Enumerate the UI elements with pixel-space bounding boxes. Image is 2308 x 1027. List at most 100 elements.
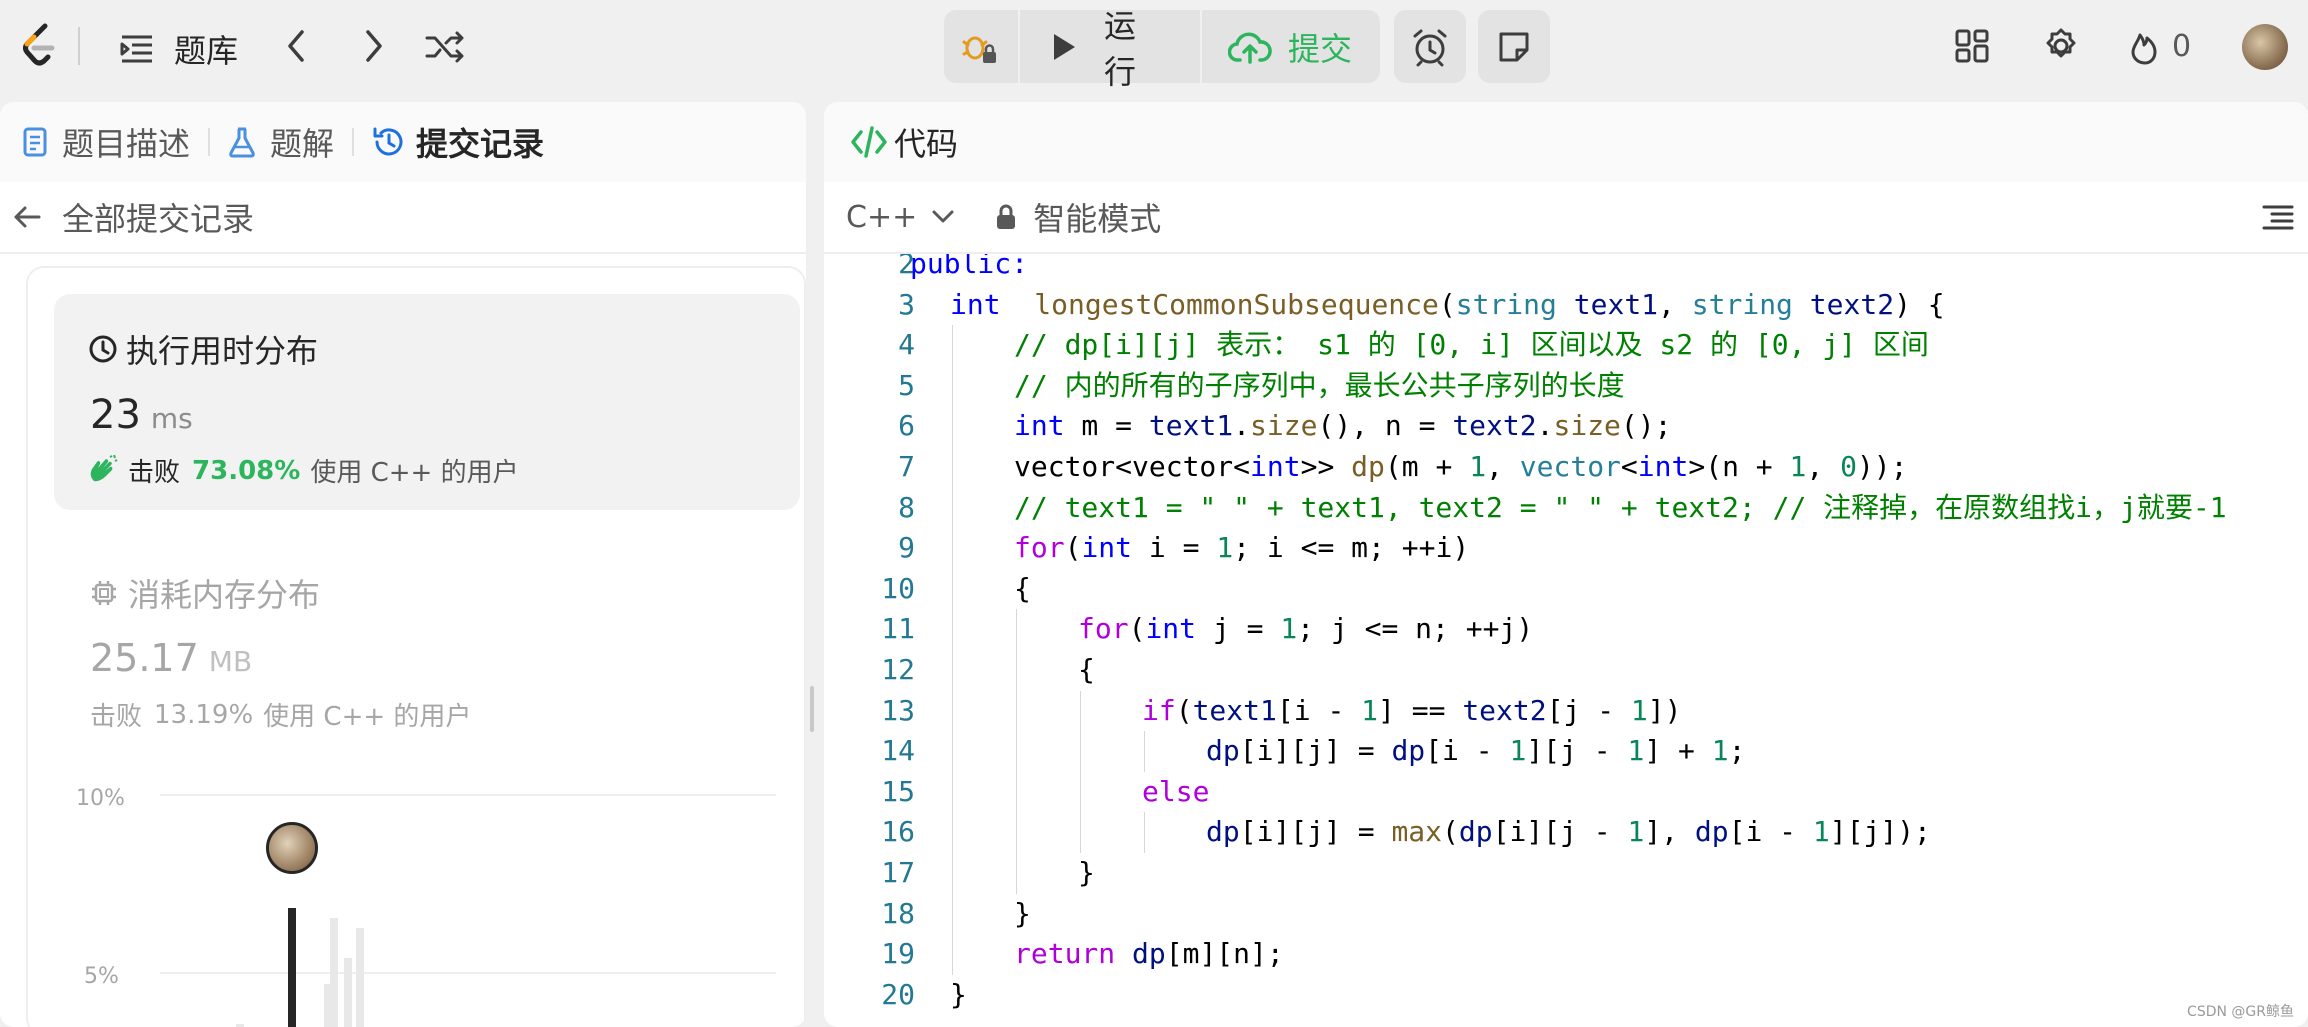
lock-icon — [995, 204, 1017, 230]
avatar-marker — [266, 822, 318, 874]
code-text: } — [1078, 853, 1095, 894]
run-button[interactable]: 运行 — [1020, 7, 1142, 91]
runtime-beats-suffix: 使用 C++ 的用户 — [310, 458, 519, 488]
code-token: ( — [1175, 693, 1193, 727]
panel-resize-handle[interactable] — [810, 686, 814, 732]
back-to-all-submissions-button[interactable]: 全部提交记录 — [12, 194, 254, 240]
runtime-card[interactable]: 执行用时分布 23 ms 击败 73.08% 使用 C++ 的用户 — [54, 294, 800, 510]
line-number: 18 — [881, 896, 915, 930]
line-number: 6 — [898, 409, 915, 443]
tab-description[interactable]: 题目描述 — [22, 119, 190, 165]
code-token: , — [1486, 450, 1520, 483]
runtime-value: 23 — [90, 392, 141, 438]
runtime-beats-percent: 73.08% — [192, 455, 301, 486]
memory-card[interactable]: 消耗内存分布 25.17 MB 击败 13.19% 使用 C++ 的用户 — [54, 538, 800, 738]
code-text: return dp[m][n]; — [1014, 934, 1284, 975]
chevron-right-icon — [356, 26, 390, 66]
tab-solutions[interactable]: 题解 — [228, 119, 334, 165]
code-token: int — [1145, 612, 1197, 646]
timer-button[interactable] — [1394, 10, 1466, 83]
code-token: [i - — [1276, 693, 1362, 727]
settings-button[interactable] — [2042, 27, 2080, 65]
code-token: return — [1014, 937, 1116, 971]
tab-code[interactable]: 代码 — [850, 119, 958, 165]
code-token: vector — [1519, 450, 1621, 483]
code-token: 1 — [1280, 612, 1298, 646]
layout-grid-icon — [1954, 28, 1990, 64]
code-text: public: — [910, 254, 1028, 285]
notes-button[interactable] — [1478, 10, 1550, 83]
line-number: 5 — [898, 368, 915, 402]
code-token: [i][j] = — [1239, 815, 1392, 849]
line-number: 9 — [898, 531, 915, 565]
bug-lock-icon — [961, 28, 999, 66]
smart-mode-toggle[interactable]: 智能模式 — [995, 194, 1161, 240]
code-token: dp — [1206, 734, 1240, 768]
tab-solutions-label: 题解 — [270, 125, 335, 163]
flame-icon — [2128, 26, 2162, 66]
code-line: 16 dp[i][j] = max(dp[i][j - 1], dp[i - 1]… — [824, 812, 2308, 853]
memory-beats-percent: 13.19% — [154, 699, 254, 730]
code-token: text2 — [1809, 287, 1895, 321]
streak-indicator[interactable]: 0 — [2128, 26, 2191, 66]
line-number: 19 — [881, 937, 915, 971]
watermark: CSDN @GR鲸鱼 — [2187, 1004, 2294, 1020]
left-tab-bar: 题目描述 题解 提交记录 — [0, 102, 806, 182]
memory-unit: MB — [208, 645, 253, 678]
leetcode-logo[interactable] — [18, 22, 60, 70]
line-number: 10 — [881, 571, 915, 605]
code-token: for — [1014, 531, 1065, 565]
line-number: 12 — [881, 653, 915, 686]
code-token: ][j]); — [1829, 815, 1931, 849]
layout-button[interactable] — [1954, 28, 1990, 64]
code-token: < — [1620, 450, 1638, 483]
format-code-button[interactable] — [2262, 204, 2294, 236]
code-text: int m = text1.size(), n = text2.size(); — [1014, 406, 1672, 447]
list-icon — [118, 30, 156, 68]
code-token: [i][j - — [1492, 815, 1628, 849]
code-token: vector<vector< — [1014, 450, 1251, 483]
submit-button[interactable]: 提交 — [1202, 10, 1380, 83]
code-token: ][j - — [1526, 734, 1628, 768]
code-token: ; j <= n; ++j) — [1297, 612, 1534, 646]
runtime-unit: ms — [150, 402, 193, 435]
distribution-bar — [356, 928, 364, 1027]
problem-bank-button[interactable]: 题库 — [118, 26, 238, 72]
code-text: // text1 = " " + text1, text2 = " " + te… — [1014, 488, 2227, 529]
code-line: 5 // 内的所有的子序列中，最长公共子序列的长度 — [824, 365, 2308, 407]
code-token: 1 — [1630, 693, 1648, 727]
line-number: 13 — [881, 693, 915, 727]
random-problem-button[interactable] — [424, 28, 466, 66]
code-line: 2 public: — [824, 254, 2308, 285]
line-number: 20 — [881, 977, 915, 1011]
code-editor[interactable]: 2 public: 3 int longestCommonSubsequence(st… — [824, 254, 2308, 1027]
alarm-clock-icon — [1410, 27, 1450, 67]
code-line: 6 int m = text1.size(), n = text2.size(); — [824, 406, 2308, 447]
line-number: 2 — [898, 254, 915, 280]
next-problem-button[interactable] — [356, 26, 390, 66]
code-token: int — [950, 287, 1001, 321]
avatar[interactable] — [2242, 24, 2288, 70]
code-line: 20} — [824, 975, 2308, 1016]
indent-guide — [952, 731, 953, 772]
prev-problem-button[interactable] — [280, 26, 314, 66]
code-text: else — [1142, 772, 1209, 813]
indent-guide — [1080, 771, 1081, 813]
code-text: } — [1014, 894, 1031, 935]
code-line: 14 dp[i][j] = dp[i - 1][j - 1] + 1; — [824, 731, 2308, 772]
code-token: 0 — [1840, 450, 1857, 483]
code-token: // 内的所有的子序列中，最长公共子序列的长度 — [1014, 368, 1625, 402]
code-title: 代码 — [894, 125, 959, 163]
gear-icon — [2042, 27, 2080, 65]
streak-count: 0 — [2172, 28, 2192, 64]
tab-submissions[interactable]: 提交记录 — [372, 119, 544, 165]
code-token: size — [1250, 409, 1318, 443]
code-token: ; i <= m; ++i) — [1233, 531, 1470, 565]
code-token: text2 — [1462, 693, 1547, 727]
code-token: ( — [1442, 815, 1459, 849]
distribution-bar — [324, 984, 332, 1027]
runtime-distribution-chart[interactable]: 10% 5% — [60, 772, 800, 1027]
language-select[interactable]: C++ — [846, 200, 955, 235]
debug-button[interactable] — [944, 10, 1016, 83]
